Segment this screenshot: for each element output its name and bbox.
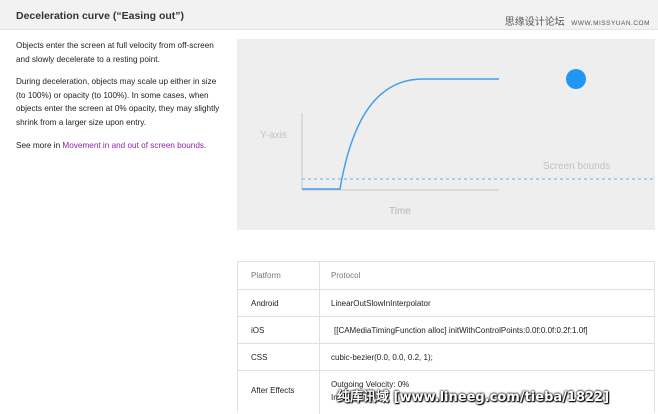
description-paragraph-1: Objects enter the screen at full velocit… [16,41,214,64]
y-axis-label: Y-axis [260,130,287,141]
watermark-cn: 思缘设计论坛 [504,17,565,28]
easing-diagram: Y-axis Time Screen bounds [237,39,655,230]
header-protocol: Protocol [331,271,361,280]
table-header-row: Platform Protocol [238,262,654,290]
watermark-site: WWW.MISSYUAN.COM [571,20,650,27]
protocol-cell: cubic-bezier(0.0, 0.0, 0.2, 1); [331,353,433,362]
see-more-suffix: . [203,141,207,150]
watermark-bottom: 纯库讯域 [www.lineeg.com/tieba/1822] [337,390,610,405]
deceleration-curve [302,78,499,190]
description-paragraph-2: During deceleration, objects may scale u… [16,77,220,127]
section-header: Deceleration curve (“Easing out”) 思缘设计论坛… [0,0,658,30]
header-platform: Platform [251,271,281,280]
easing-diagram-svg: Y-axis Time Screen bounds [260,69,655,217]
section-title: Deceleration curve (“Easing out”) [16,10,185,22]
table-row: iOS [[CAMediaTimingFunction alloc] initW… [238,316,654,344]
description-paragraph-3: See more in Movement in and out of scree… [16,139,221,153]
protocol-cell: [[CAMediaTimingFunction alloc] initWithC… [334,326,588,335]
protocol-cell: LinearOutSlowInInterpolator [331,299,431,308]
movement-link[interactable]: Movement in and out of screen bounds [62,141,204,150]
screen-bounds-label: Screen bounds [543,161,610,172]
platform-cell: Android [251,299,279,308]
table-row: Android LinearOutSlowInInterpolator [238,289,654,317]
see-more-prefix: See more in [16,141,63,150]
platform-cell: After Effects [251,386,295,395]
table-row: CSS cubic-bezier(0.0, 0.0, 0.2, 1); [238,343,654,371]
platform-cell: CSS [251,353,268,362]
x-axis-label: Time [389,206,411,217]
watermark-top: 思缘设计论坛 WWW.MISSYUAN.COM [505,13,650,28]
moving-object-dot [566,69,586,89]
platform-cell: iOS [251,326,265,335]
